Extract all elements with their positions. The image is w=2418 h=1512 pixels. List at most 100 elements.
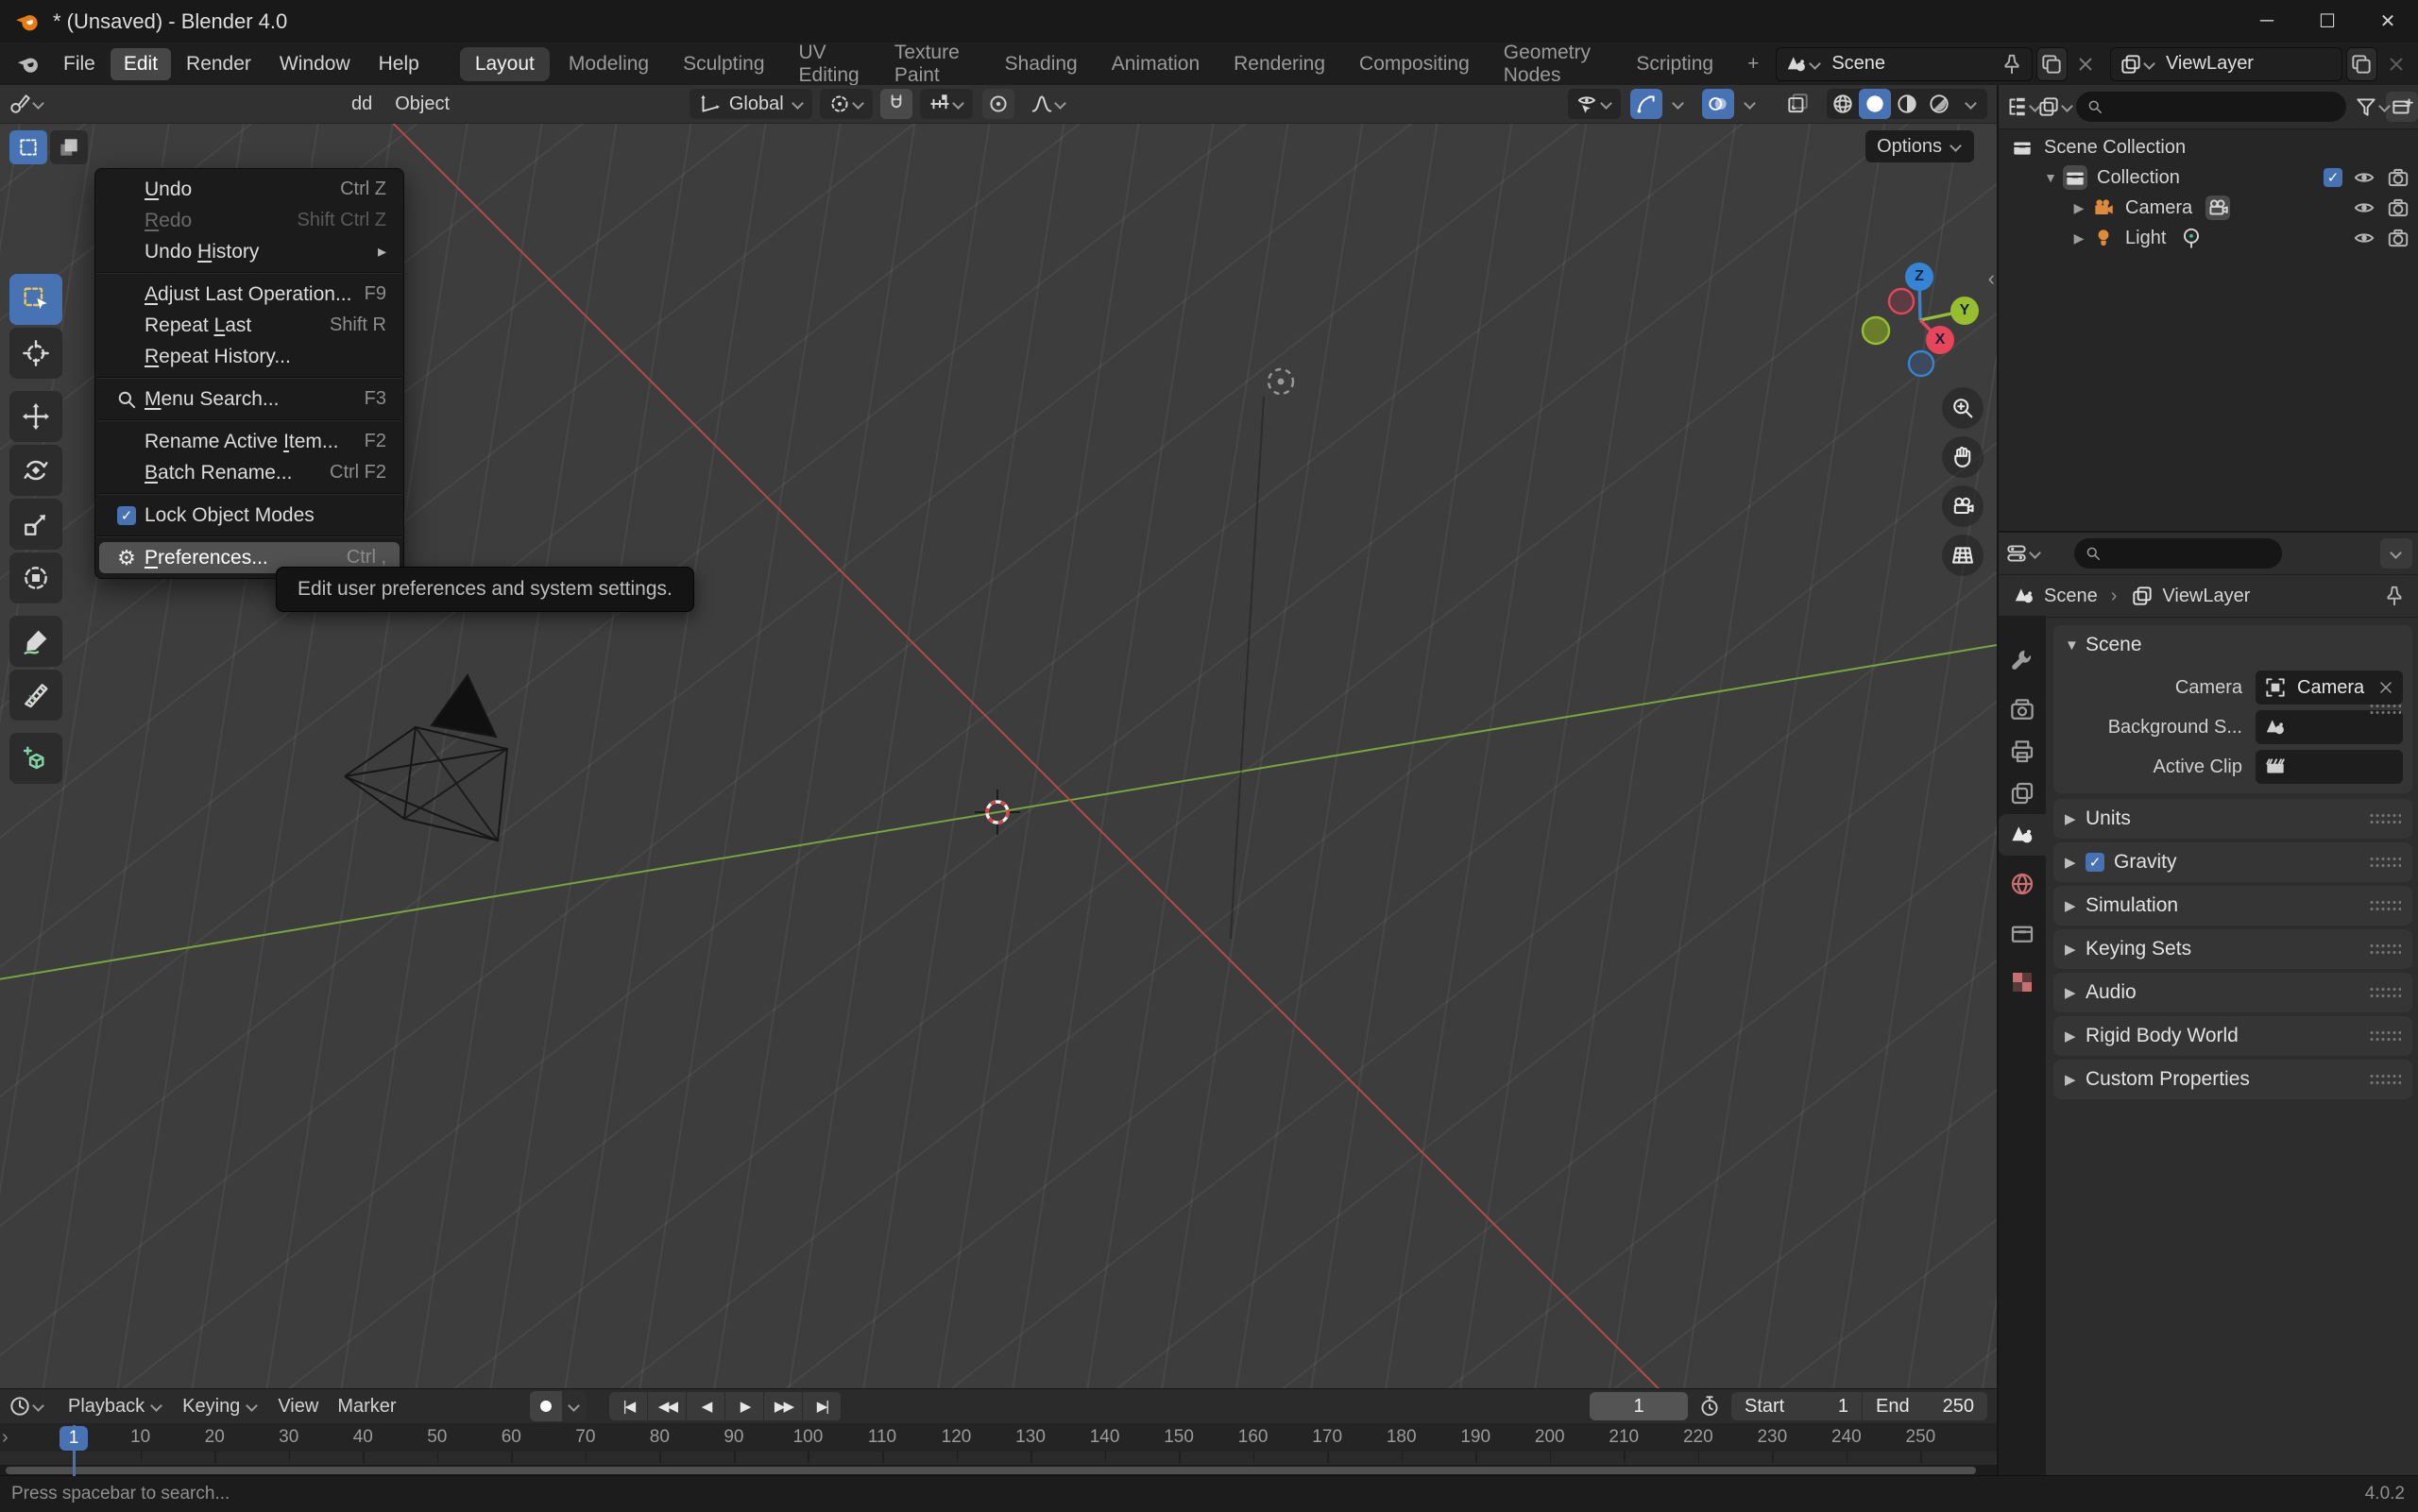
sidebar-collapse-chevron[interactable]: ‹ — [1988, 266, 1995, 291]
panel-drag-handle[interactable] — [2369, 986, 2401, 999]
panel-audio[interactable]: ▶Audio — [2053, 973, 2412, 1012]
collapse-arrow-icon[interactable]: ▶ — [2067, 200, 2091, 216]
gizmos-dropdown[interactable] — [1662, 89, 1694, 119]
options-button[interactable]: Options — [1865, 130, 1974, 162]
timeline-expand-chevron[interactable]: › — [2, 1427, 9, 1449]
blender-menu-icon[interactable] — [15, 51, 42, 77]
tool-move[interactable] — [9, 391, 62, 442]
panel-rigid-body-world[interactable]: ▶Rigid Body World — [2053, 1016, 2412, 1056]
timeline-scrollbar-thumb[interactable] — [6, 1467, 1976, 1474]
camera-view-button[interactable] — [1942, 485, 1984, 527]
properties-tab-output[interactable] — [1999, 731, 2046, 773]
new-viewlayer-button[interactable] — [2346, 47, 2377, 81]
panel-keying-sets[interactable]: ▶Keying Sets — [2053, 929, 2412, 969]
timeline-menu-playback[interactable]: Playback — [59, 1392, 173, 1421]
menubar-item-edit[interactable]: Edit — [111, 48, 171, 80]
properties-tab-view-layer[interactable] — [1999, 773, 2046, 814]
hide-eye-toggle[interactable] — [2352, 226, 2376, 250]
outliner-display-mode-button[interactable] — [2036, 92, 2069, 122]
tool-measure[interactable] — [9, 670, 62, 721]
zoom-button[interactable] — [1942, 387, 1984, 429]
panel-drag-handle[interactable] — [2369, 1029, 2401, 1043]
workspace-tab-geometry-nodes[interactable]: Geometry Nodes — [1489, 36, 1618, 93]
outliner-search[interactable] — [2076, 92, 2346, 122]
workspace-tab-uv-editing[interactable]: UV Editing — [784, 36, 876, 93]
current-frame-chip[interactable]: 1 — [60, 1426, 88, 1451]
clear-icon[interactable] — [2376, 678, 2395, 697]
minimize-button[interactable]: ─ — [2237, 0, 2297, 42]
timeline-menu-marker[interactable]: Marker — [328, 1392, 405, 1421]
toggle-ortho-button[interactable] — [1942, 535, 1984, 576]
remove-viewlayer-button[interactable] — [2381, 48, 2410, 80]
navigation-gizmo[interactable]: Z Y X — [1847, 250, 1997, 392]
light-object[interactable] — [1256, 357, 1305, 406]
tool-cursor[interactable] — [9, 328, 62, 379]
play-reverse-button[interactable]: ◀ — [687, 1392, 725, 1420]
viewport-3d[interactable]: dd Object Global — [0, 85, 1997, 1388]
overlays-dropdown[interactable] — [1734, 89, 1766, 119]
edit-menu-item-menu-search[interactable]: Menu Search...F3 — [99, 383, 400, 415]
workspace-tab-modeling[interactable]: Modeling — [553, 47, 664, 81]
object-menu[interactable]: Object — [395, 93, 450, 115]
jump-to-prev-keyframe-button[interactable]: ◀◀ — [648, 1392, 687, 1420]
edit-menu-item-adjust-last-operation[interactable]: Adjust Last Operation...F9 — [99, 279, 400, 310]
snap-with-widget[interactable] — [920, 89, 973, 119]
gizmo-y-axis[interactable]: Y — [1950, 297, 1979, 325]
workspace-tab-rendering[interactable]: Rendering — [1218, 47, 1340, 81]
outliner-row-light[interactable]: ▶ Light — [1999, 223, 2418, 253]
menubar-item-window[interactable]: Window — [266, 48, 364, 80]
new-scene-button[interactable] — [2036, 47, 2068, 81]
snap-target-widget[interactable] — [820, 89, 873, 119]
scene-panel-header[interactable]: ▼ Scene — [2053, 625, 2412, 665]
tool-rotate[interactable] — [9, 445, 62, 496]
disable-render-toggle[interactable] — [2386, 195, 2410, 220]
properties-tab-texture[interactable] — [1999, 961, 2046, 1003]
scene-selector[interactable]: Scene — [1776, 47, 2033, 81]
snap-magnet-toggle[interactable] — [880, 89, 912, 119]
frame-start-button[interactable]: Start 1 — [1731, 1392, 1863, 1420]
menubar-item-render[interactable]: Render — [173, 48, 264, 80]
auto-keying-record-button[interactable] — [530, 1391, 562, 1421]
timeline-menu-view[interactable]: View — [268, 1392, 328, 1421]
hide-eye-toggle[interactable] — [2352, 195, 2376, 220]
maximize-button[interactable]: ☐ — [2297, 0, 2358, 42]
shading-solid-button[interactable] — [1859, 89, 1891, 119]
timeline-menu-keying[interactable]: Keying — [173, 1392, 268, 1421]
proportional-falloff-widget[interactable] — [1022, 89, 1075, 119]
viewlayer-selector[interactable]: ViewLayer — [2110, 47, 2342, 81]
workspace-tab-layout[interactable]: Layout — [460, 47, 550, 81]
outliner-editor-type-button[interactable] — [2004, 92, 2036, 122]
jump-to-start-button[interactable]: |◀ — [609, 1392, 648, 1420]
outliner-search-input[interactable] — [2104, 95, 2337, 118]
jump-to-end-button[interactable]: ▶| — [803, 1392, 842, 1420]
edit-menu-item-undo-history[interactable]: Undo History▸ — [99, 236, 400, 267]
edit-menu-item-repeat-history[interactable]: Repeat History... — [99, 341, 400, 372]
shading-dropdown[interactable] — [1955, 89, 1987, 119]
outliner-new-collection-button[interactable] — [2386, 92, 2418, 122]
shading-rendered-button[interactable] — [1923, 89, 1955, 119]
properties-tab-render[interactable] — [1999, 689, 2046, 731]
lightData-icon[interactable] — [2179, 226, 2204, 250]
panel-units[interactable]: ▶Units — [2053, 799, 2412, 839]
properties-search[interactable] — [2074, 538, 2282, 569]
edit-menu-item-rename-active-item[interactable]: Rename Active Item...F2 — [99, 426, 400, 457]
active-clip-field[interactable] — [2256, 750, 2403, 784]
tool-annotate[interactable] — [9, 616, 62, 667]
shading-material-button[interactable] — [1891, 89, 1923, 119]
panel-drag-handle[interactable] — [2369, 1073, 2401, 1086]
edit-menu-item-repeat-last[interactable]: Repeat LastShift R — [99, 310, 400, 341]
camera-field[interactable]: Camera — [2256, 671, 2403, 705]
hide-eye-toggle[interactable] — [2352, 165, 2376, 190]
properties-tab-world[interactable] — [1999, 863, 2046, 905]
edit-menu-item-batch-rename[interactable]: Batch Rename...Ctrl F2 — [99, 457, 400, 488]
timeline-editor[interactable]: PlaybackKeyingViewMarker |◀◀◀◀▶▶▶▶| 1 St… — [0, 1388, 1997, 1476]
timeline-editor-type-button[interactable] — [8, 1391, 40, 1421]
properties-tab-scene[interactable] — [1999, 814, 2046, 856]
current-frame-field[interactable]: 1 — [1590, 1392, 1688, 1420]
workspace-tab-scripting[interactable]: Scripting — [1621, 47, 1728, 81]
pin-icon[interactable] — [2000, 52, 2024, 76]
panel-drag-handle[interactable] — [2369, 856, 2401, 869]
outliner-filter-button[interactable] — [2354, 92, 2386, 122]
workspace-tab-texture-paint[interactable]: Texture Paint — [879, 36, 986, 93]
panel-custom-properties[interactable]: ▶Custom Properties — [2053, 1060, 2412, 1099]
